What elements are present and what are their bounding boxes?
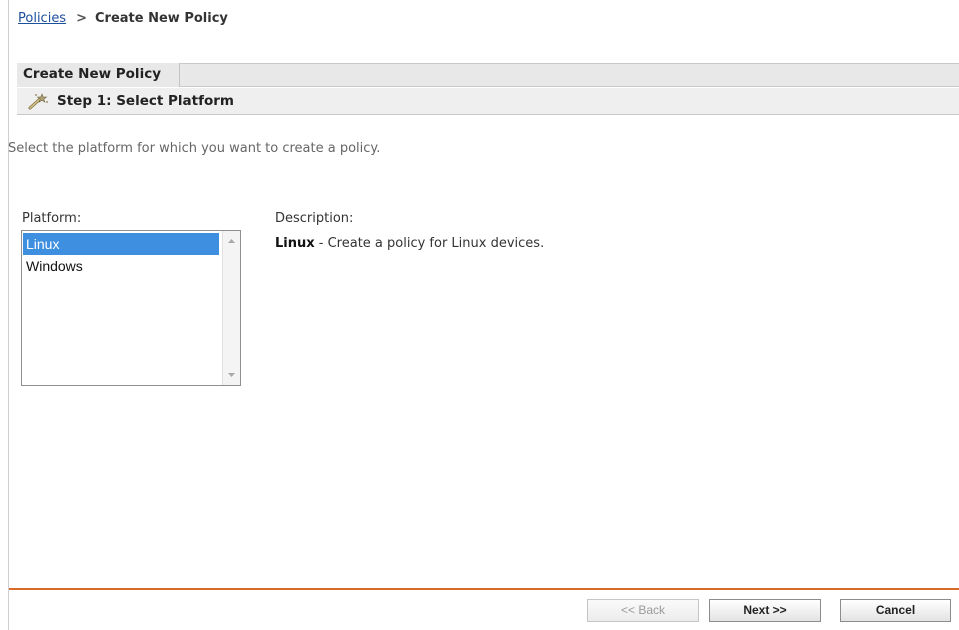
tab-bar: Create New Policy <box>17 63 959 87</box>
description-text: Linux - Create a policy for Linux device… <box>275 236 544 251</box>
wand-icon <box>27 93 49 110</box>
tab-create-new-policy[interactable]: Create New Policy <box>17 63 180 87</box>
cancel-button[interactable]: Cancel <box>840 599 951 622</box>
platform-option-windows[interactable]: Windows <box>23 255 219 277</box>
step-title: Step 1: Select Platform <box>57 93 234 109</box>
footer-divider <box>9 588 959 590</box>
description-body: - Create a policy for Linux devices. <box>314 236 545 251</box>
next-button[interactable]: Next >> <box>709 599 821 622</box>
breadcrumb-link-policies[interactable]: Policies <box>18 11 66 26</box>
description-label: Description: <box>275 211 354 226</box>
platform-listbox[interactable]: Linux Windows <box>21 230 241 386</box>
step-header: Step 1: Select Platform <box>17 88 959 115</box>
breadcrumb-separator: > <box>76 11 87 26</box>
platform-option-linux[interactable]: Linux <box>23 233 219 255</box>
scroll-down-arrow-icon[interactable] <box>223 366 240 383</box>
breadcrumb-current: Create New Policy <box>95 11 228 26</box>
listbox-scrollbar[interactable] <box>222 231 240 385</box>
intro-text: Select the platform for which you want t… <box>8 141 381 156</box>
scroll-up-arrow-icon[interactable] <box>223 233 240 250</box>
platform-options: Linux Windows <box>23 233 219 277</box>
back-button[interactable]: << Back <box>587 599 699 622</box>
description-platform-name: Linux <box>275 236 315 251</box>
platform-label: Platform: <box>22 211 82 226</box>
breadcrumb: Policies > Create New Policy <box>18 11 228 26</box>
